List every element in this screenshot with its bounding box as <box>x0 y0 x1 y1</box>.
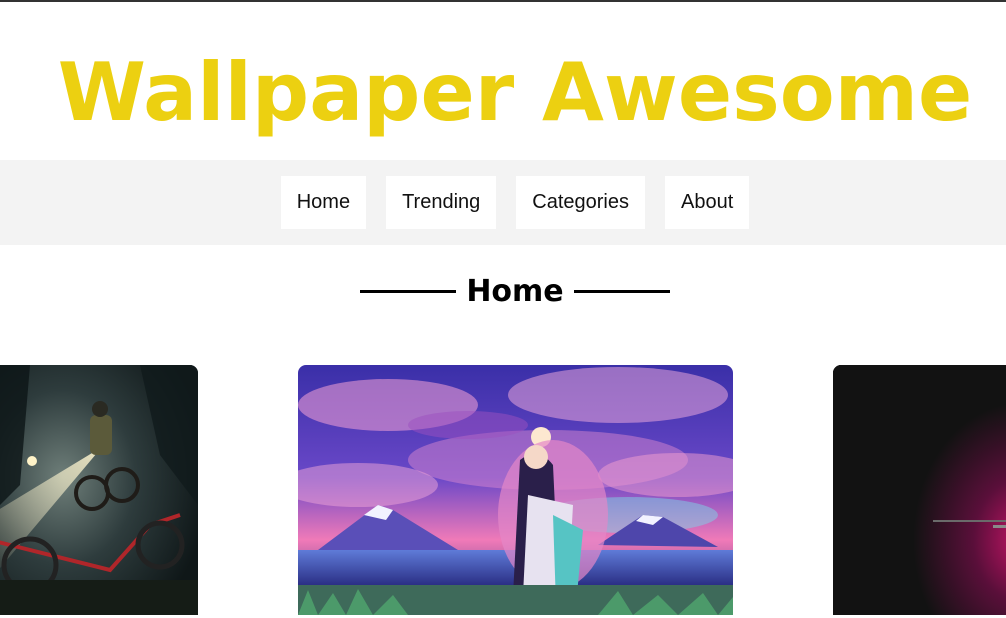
nav-item-home[interactable]: Home <box>280 176 367 229</box>
wallpaper-image-dark-gradient <box>833 365 1006 615</box>
wallpaper-card-3[interactable] <box>833 365 1006 615</box>
nav-item-about[interactable]: About <box>665 176 750 229</box>
site-title[interactable]: Wallpaper Awesome <box>34 53 973 133</box>
nav-item-categories[interactable]: Categories <box>516 176 645 229</box>
wallpaper-image-anime-sakura <box>298 365 733 615</box>
wallpaper-card-2[interactable] <box>298 365 733 615</box>
wallpaper-image-night-forest <box>0 365 198 615</box>
section-title: Home <box>466 273 564 309</box>
section-heading: Home <box>0 268 1006 314</box>
top-border <box>0 0 1006 2</box>
nav-list: Home Trending Categories About <box>280 176 750 229</box>
site-header: Wallpaper Awesome <box>0 28 1006 158</box>
nav-item-trending[interactable]: Trending <box>386 176 497 229</box>
wallpaper-card-1[interactable] <box>0 365 198 615</box>
heading-rule-right <box>573 289 670 293</box>
heading-rule-left <box>360 289 457 293</box>
main-nav: Home Trending Categories About <box>0 160 1006 245</box>
heading-wrap: Home <box>360 273 670 309</box>
